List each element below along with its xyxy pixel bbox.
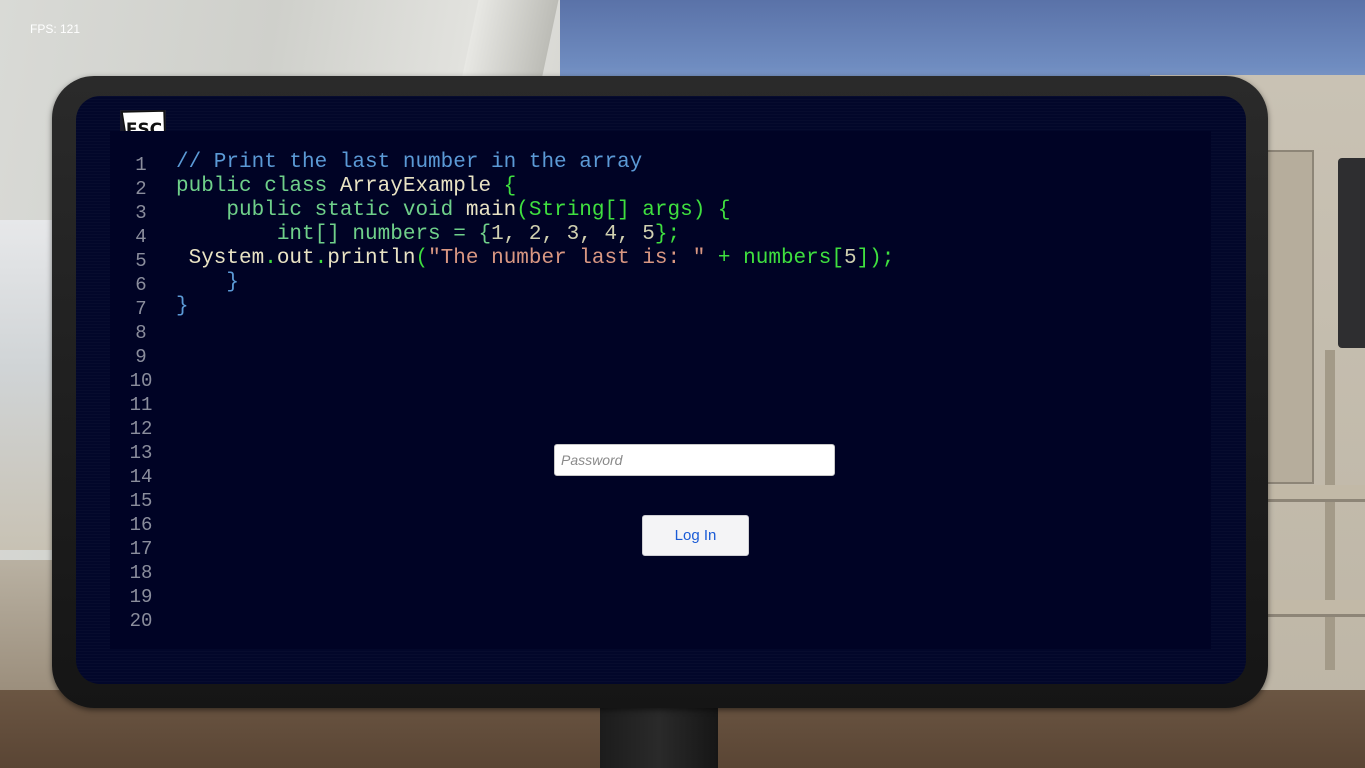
code-token: };	[654, 223, 681, 246]
code-token: public class	[176, 175, 340, 198]
line-number: 13	[129, 442, 153, 464]
line-number: 19	[129, 586, 153, 608]
line-number: 18	[129, 562, 153, 584]
monitor-stand	[600, 705, 718, 768]
code-line: public class ArrayExample {	[176, 175, 516, 199]
line-number: 2	[135, 178, 147, 200]
code-token: ]);	[856, 247, 895, 270]
line-number: 6	[135, 274, 147, 296]
code-line: int[] numbers = {1, 2, 3, 4, 5};	[176, 223, 680, 247]
code-token: }	[176, 295, 189, 318]
code-token: }	[176, 271, 240, 294]
code-token: public static void	[176, 199, 466, 222]
line-number: 1	[135, 154, 147, 176]
line-number: 3	[135, 202, 147, 224]
shelf-post	[1325, 350, 1335, 670]
line-number: 14	[129, 466, 153, 488]
line-number: 8	[135, 322, 147, 344]
line-number: 10	[129, 370, 153, 392]
ceiling-beam	[461, 0, 559, 80]
code-token: (String[] args) {	[516, 199, 731, 222]
line-number: 15	[129, 490, 153, 512]
code-token: .	[314, 247, 328, 270]
code-token: // Print the last number in the array	[176, 151, 643, 174]
code-line: System.out.println("The number last is: …	[176, 247, 895, 271]
computer-monitor: ESC 1 2 3 4 5 6 7 8 9 10 11 12 13 14 15 16 17 18 19 20// Pr…	[52, 76, 1268, 708]
code-token: + numbers[	[705, 247, 844, 270]
login-button[interactable]: Log In	[642, 515, 749, 556]
line-number: 11	[129, 394, 153, 416]
code-line: }	[176, 295, 189, 319]
code-token: "The number last is: "	[428, 247, 706, 270]
code-token: System	[176, 247, 265, 270]
code-line: // Print the last number in the array	[176, 151, 642, 175]
fps-counter: FPS: 121	[30, 22, 81, 36]
code-token: ArrayExample	[339, 175, 492, 198]
code-token: .	[264, 247, 277, 270]
code-token: out	[276, 247, 315, 270]
code-token: {	[491, 175, 517, 198]
line-number: 17	[129, 538, 153, 560]
code-editor: 1 2 3 4 5 6 7 8 9 10 11 12 13 14 15 16 17 18 19 20// Print …	[110, 151, 1211, 651]
monitor-screen: ESC 1 2 3 4 5 6 7 8 9 10 11 12 13 14 15 16 17 18 19 20// Pr…	[76, 96, 1246, 684]
line-number: 5	[135, 250, 147, 272]
line-number: 20	[129, 610, 153, 632]
code-token: println	[327, 247, 416, 270]
line-number: 9	[135, 346, 147, 368]
code-token: 1, 2, 3, 4, 5	[491, 223, 655, 246]
code-token: int[] numbers = {	[176, 223, 492, 246]
line-number: 7	[135, 298, 147, 320]
code-panel: 1 2 3 4 5 6 7 8 9 10 11 12 13 14 15 16 17 18 19 20// Print …	[110, 131, 1211, 649]
line-number: 12	[129, 418, 153, 440]
code-token: main	[465, 199, 517, 222]
code-token: 5	[843, 247, 857, 270]
dark-cabinet	[1338, 158, 1365, 348]
line-number: 4	[135, 226, 147, 248]
line-number: 16	[129, 514, 153, 536]
code-line: public static void main(String[] args) {	[176, 199, 731, 223]
password-input[interactable]	[554, 444, 835, 476]
code-line: }	[176, 271, 239, 295]
code-token: (	[415, 247, 429, 270]
